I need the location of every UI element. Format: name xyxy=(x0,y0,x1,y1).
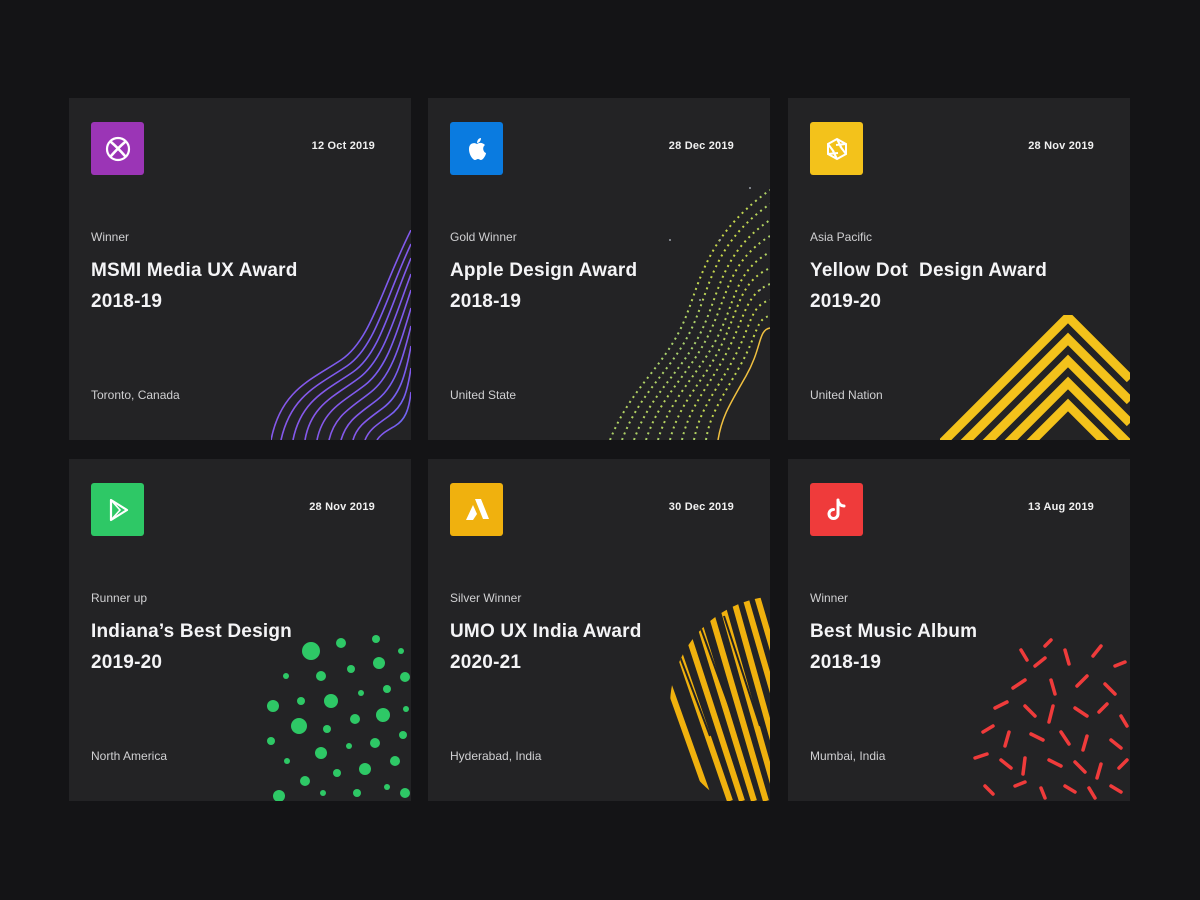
xbox-icon xyxy=(105,136,130,161)
award-category: Asia Pacific xyxy=(810,230,873,244)
award-date: 13 Aug 2019 xyxy=(1028,501,1094,513)
award-card-yellow-dot[interactable]: 28 Nov 2019 Asia Pacific Yellow Dot Desi… xyxy=(788,98,1130,440)
award-card-indiana[interactable]: 28 Nov 2019 Runner up Indiana’s Best Des… xyxy=(69,459,411,801)
tiktok-icon xyxy=(827,498,845,520)
aperture-logo xyxy=(810,122,863,175)
tiktok-logo xyxy=(810,483,863,536)
award-card-umo[interactable]: 30 Dec 2019 Silver Winner UMO UX India A… xyxy=(428,459,770,801)
award-date: 28 Nov 2019 xyxy=(1028,140,1094,152)
award-title: MSMI Media UX Award 2018-19 xyxy=(91,255,351,317)
award-title-name: MSMI Media UX Award xyxy=(91,260,298,281)
award-title: Yellow Dot Design Award 2019-20 xyxy=(810,255,1110,317)
award-title-name: Yellow Dot Design Award xyxy=(810,260,1048,281)
award-card-apple[interactable]: 28 Dec 2019 Gold Winner Apple Design Awa… xyxy=(428,98,770,440)
award-category: Winner xyxy=(91,230,130,244)
award-title: Apple Design Award 2018-19 xyxy=(450,255,710,317)
award-date: 28 Dec 2019 xyxy=(668,140,734,152)
award-location: United Nation xyxy=(810,388,883,402)
apple-icon xyxy=(468,137,486,160)
award-title-name: Apple Design Award xyxy=(450,260,638,281)
award-category: Winner xyxy=(810,591,849,605)
award-category: Gold Winner xyxy=(450,230,517,244)
award-title-year: 2018-19 xyxy=(91,291,163,312)
award-title-year: 2018-19 xyxy=(810,652,882,673)
xbox-logo xyxy=(91,122,144,175)
awards-grid: 12 Oct 2019 Winner MSMI Media UX Award 2… xyxy=(69,98,1131,802)
award-title-name: Best Music Album xyxy=(810,621,978,642)
award-title-name: Indiana’s Best Design xyxy=(91,621,292,642)
award-title-year: 2019-20 xyxy=(810,291,882,312)
award-title-year: 2019-20 xyxy=(91,652,163,673)
award-category: Runner up xyxy=(91,591,148,605)
award-title: Best Music Album 2018-19 xyxy=(810,616,1070,678)
apple-logo xyxy=(450,122,503,175)
award-location: Mumbai, India xyxy=(810,749,886,763)
award-location: North America xyxy=(91,749,168,763)
award-title-year: 2020-21 xyxy=(450,652,522,673)
award-date: 28 Nov 2019 xyxy=(309,501,375,513)
award-card-msmi[interactable]: 12 Oct 2019 Winner MSMI Media UX Award 2… xyxy=(69,98,411,440)
adsense-logo xyxy=(450,483,503,536)
play-store-logo xyxy=(91,483,144,536)
chevron-stripes-decoration xyxy=(940,315,1130,440)
aperture-icon xyxy=(826,137,847,160)
award-card-music[interactable]: 13 Aug 2019 Winner Best Music Album 2018… xyxy=(788,459,1130,801)
award-location: United State xyxy=(450,388,517,402)
award-title: UMO UX India Award 2020-21 xyxy=(450,616,710,678)
play-icon xyxy=(109,498,128,521)
award-title-name: UMO UX India Award xyxy=(450,621,642,642)
award-location: Hyderabad, India xyxy=(450,749,542,763)
award-category: Silver Winner xyxy=(450,591,522,605)
award-date: 12 Oct 2019 xyxy=(311,140,375,152)
award-date: 30 Dec 2019 xyxy=(668,501,734,513)
award-location: Toronto, Canada xyxy=(91,388,180,402)
adsense-icon xyxy=(465,498,489,520)
award-title: Indiana’s Best Design 2019-20 xyxy=(91,616,351,678)
award-title-year: 2018-19 xyxy=(450,291,522,312)
